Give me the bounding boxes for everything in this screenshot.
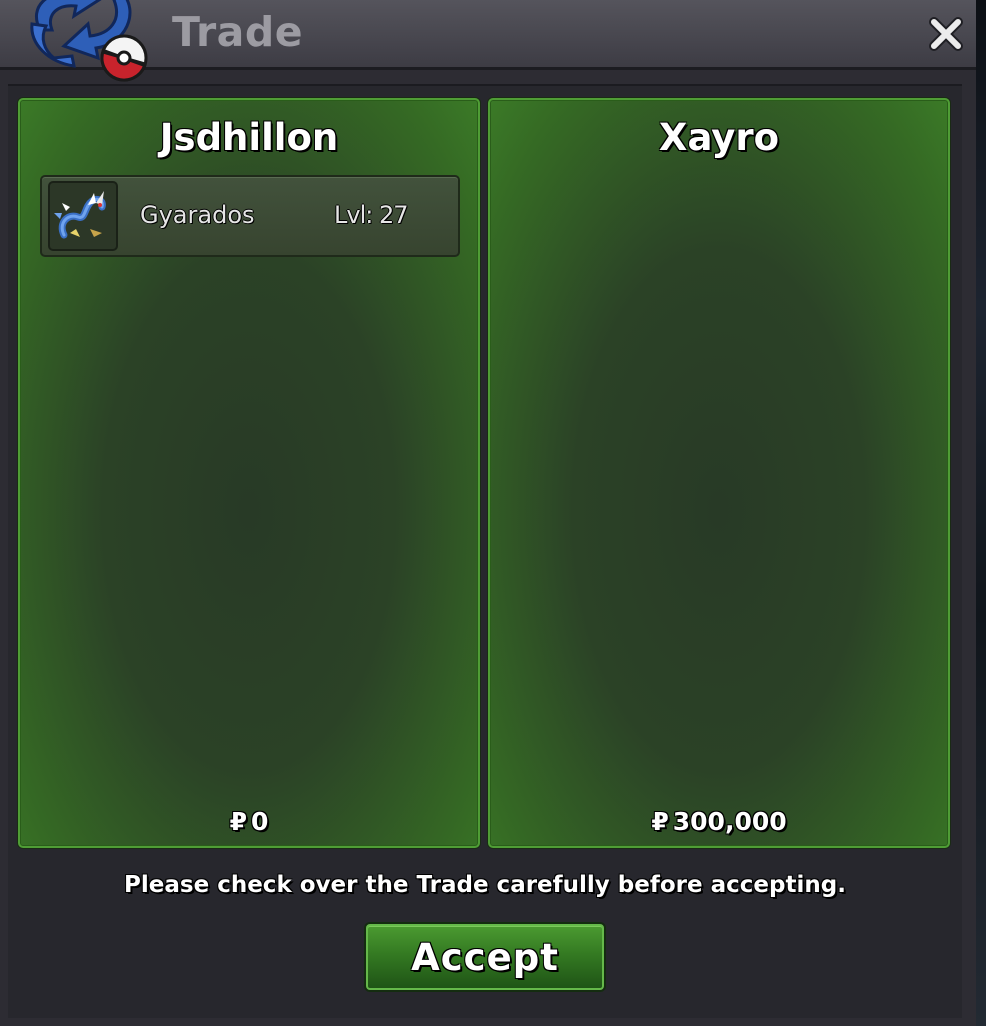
trade-notice-text: Please check over the Trade carefully be… (124, 872, 846, 898)
accept-button[interactable]: Accept (366, 924, 604, 990)
close-icon (929, 17, 963, 51)
money-amount: 0 (251, 807, 269, 836)
player-name: Xayro (658, 116, 780, 159)
game-screen: Trade Jsdhillon Gyarados Lvl: 27 ₽ 0 Xay… (0, 0, 986, 1026)
gyarados-sprite-icon (48, 181, 118, 251)
trade-swap-pokeball-icon (30, 0, 148, 82)
trade-window: Trade Jsdhillon Gyarados Lvl: 27 ₽ 0 Xay… (0, 0, 976, 1026)
close-button[interactable] (922, 10, 970, 58)
offered-money: ₽0 (20, 807, 478, 836)
window-titlebar[interactable]: Trade (0, 0, 976, 82)
pokedollar-symbol: ₽ (229, 807, 247, 836)
pokemon-name: Gyarados (140, 201, 255, 229)
offer-panel-xayro: Xayro ₽300,000 (488, 98, 950, 848)
accept-label: Accept (411, 935, 559, 979)
offered-money: ₽300,000 (490, 807, 948, 836)
offered-pokemon-row[interactable]: Gyarados Lvl: 27 (40, 175, 460, 257)
background-game-world (976, 0, 986, 1026)
pokedollar-symbol: ₽ (651, 807, 669, 836)
player-name: Jsdhillon (159, 116, 339, 159)
pokemon-level: Lvl: 27 (334, 201, 408, 229)
money-amount: 300,000 (672, 807, 787, 836)
offer-panel-jsdhillon: Jsdhillon Gyarados Lvl: 27 ₽ 0 (18, 98, 480, 848)
window-title: Trade (172, 8, 304, 56)
